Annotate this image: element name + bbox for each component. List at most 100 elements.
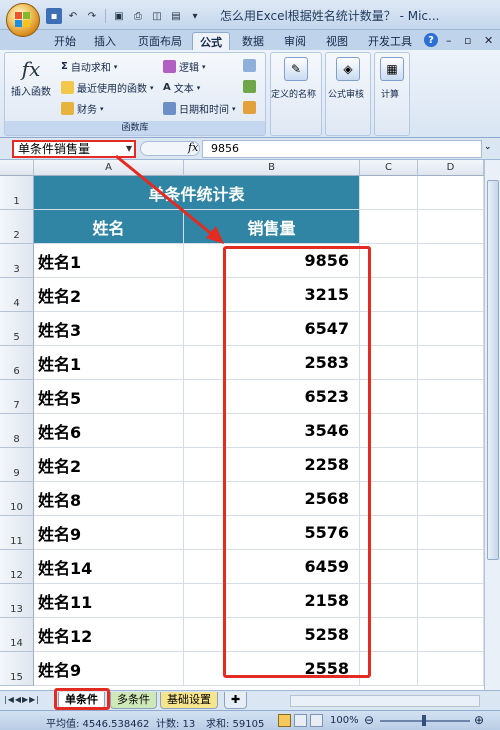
empty-cell-d[interactable] — [418, 516, 484, 550]
empty-cell-c[interactable] — [360, 550, 418, 584]
empty-cell-d[interactable] — [418, 210, 484, 244]
insert-function-button[interactable]: fx 插入函数 — [11, 57, 51, 98]
header-name[interactable]: 姓名 — [34, 210, 184, 244]
empty-cell-c[interactable] — [360, 482, 418, 516]
name-cell[interactable]: 姓名11 — [34, 584, 184, 618]
customize-qat-icon[interactable]: ▾ — [187, 8, 203, 24]
empty-cell-d[interactable] — [418, 550, 484, 584]
normal-view-icon[interactable] — [278, 714, 291, 727]
empty-cell-c[interactable] — [360, 346, 418, 380]
page-layout-view-icon[interactable] — [294, 714, 307, 727]
sales-cell[interactable]: 2583 — [184, 346, 360, 380]
sheet-tab-multi[interactable]: 多条件 — [110, 692, 157, 709]
empty-cell-c[interactable] — [360, 176, 418, 210]
name-cell[interactable]: 姓名5 — [34, 380, 184, 414]
sales-cell[interactable]: 2568 — [184, 482, 360, 516]
help-icon[interactable]: ? — [424, 33, 438, 47]
empty-cell-c[interactable] — [360, 584, 418, 618]
formula-audit-label[interactable]: 公式审核 — [328, 87, 364, 100]
name-cell[interactable]: 姓名6 — [34, 414, 184, 448]
name-cell[interactable]: 姓名8 — [34, 482, 184, 516]
save-icon[interactable]: ▪ — [46, 8, 62, 24]
empty-cell-c[interactable] — [360, 380, 418, 414]
recent-functions-button[interactable]: 最近使用的函数 ▾ — [61, 80, 154, 95]
column-header-a[interactable]: A — [34, 160, 184, 176]
name-cell[interactable]: 姓名2 — [34, 448, 184, 482]
empty-cell-d[interactable] — [418, 176, 484, 210]
row-header[interactable]: 8 — [0, 414, 34, 448]
empty-cell-d[interactable] — [418, 482, 484, 516]
name-cell[interactable]: 姓名1 — [34, 244, 184, 278]
vertical-scrollbar[interactable] — [484, 160, 500, 690]
open-icon[interactable]: ▤ — [168, 8, 184, 24]
column-header-d[interactable]: D — [418, 160, 484, 176]
redo-icon[interactable]: ↷ — [84, 8, 100, 24]
sales-cell[interactable]: 3546 — [184, 414, 360, 448]
fx-button[interactable]: fx — [188, 141, 198, 154]
row-header[interactable]: 6 — [0, 346, 34, 380]
tab-view[interactable]: 视图 — [320, 32, 354, 50]
name-box-dropdown-icon[interactable]: ▼ — [126, 144, 132, 153]
restore-button[interactable]: ▫ — [464, 34, 471, 47]
empty-cell-c[interactable] — [360, 414, 418, 448]
empty-cell-d[interactable] — [418, 312, 484, 346]
autosum-button[interactable]: Σ 自动求和 ▾ — [61, 59, 117, 74]
office-button[interactable] — [6, 3, 40, 37]
lookup-button[interactable] — [243, 59, 256, 72]
defined-names-icon[interactable]: ✎ — [284, 57, 308, 81]
camera-icon[interactable]: ◫ — [149, 8, 165, 24]
empty-cell-c[interactable] — [360, 244, 418, 278]
row-header[interactable]: 5 — [0, 312, 34, 346]
sales-cell[interactable]: 2258 — [184, 448, 360, 482]
row-header[interactable]: 1 — [0, 176, 34, 210]
sales-cell[interactable]: 9856 — [184, 244, 360, 278]
empty-cell-d[interactable] — [418, 618, 484, 652]
empty-cell-d[interactable] — [418, 448, 484, 482]
print-preview-icon[interactable]: ▣ — [111, 8, 127, 24]
zoom-slider-thumb[interactable] — [422, 715, 426, 726]
page-break-view-icon[interactable] — [310, 714, 323, 727]
expand-formula-bar-icon[interactable]: ⌄ — [484, 142, 492, 152]
tab-page-layout[interactable]: 页面布局 — [132, 32, 188, 50]
empty-cell-c[interactable] — [360, 278, 418, 312]
insert-sheet-icon[interactable]: ✚ — [224, 692, 248, 709]
formula-audit-icon[interactable]: ◈ — [336, 57, 360, 81]
row-header[interactable]: 13 — [0, 584, 34, 618]
empty-cell-d[interactable] — [418, 278, 484, 312]
empty-cell-d[interactable] — [418, 652, 484, 686]
datetime-button[interactable]: 日期和时间 ▾ — [163, 101, 236, 116]
empty-cell-c[interactable] — [360, 312, 418, 346]
sheet-tab-settings[interactable]: 基础设置 — [160, 692, 218, 709]
name-cell[interactable]: 姓名2 — [34, 278, 184, 312]
sales-cell[interactable]: 6523 — [184, 380, 360, 414]
empty-cell-d[interactable] — [418, 380, 484, 414]
tab-formulas[interactable]: 公式 — [192, 32, 230, 50]
sales-cell[interactable]: 2558 — [184, 652, 360, 686]
tab-home[interactable]: 开始 — [48, 32, 82, 50]
more-functions-button[interactable] — [243, 101, 256, 114]
tab-review[interactable]: 审阅 — [278, 32, 312, 50]
print-icon[interactable]: ⎙ — [130, 8, 146, 24]
sales-cell[interactable]: 6547 — [184, 312, 360, 346]
vertical-scroll-thumb[interactable] — [487, 180, 499, 560]
empty-cell-c[interactable] — [360, 516, 418, 550]
zoom-in-icon[interactable]: ⊕ — [474, 713, 484, 727]
sales-cell[interactable]: 6459 — [184, 550, 360, 584]
text-button[interactable]: A 文本 ▾ — [163, 80, 200, 95]
sales-cell[interactable]: 3215 — [184, 278, 360, 312]
empty-cell-c[interactable] — [360, 618, 418, 652]
sheet-tab-single[interactable]: 单条件 — [58, 692, 105, 709]
empty-cell-d[interactable] — [418, 244, 484, 278]
table-title[interactable]: 单条件统计表 — [34, 176, 360, 210]
sales-cell[interactable]: 2158 — [184, 584, 360, 618]
horizontal-scrollbar[interactable] — [290, 695, 480, 707]
zoom-out-icon[interactable]: ⊖ — [364, 713, 374, 727]
empty-cell-c[interactable] — [360, 448, 418, 482]
empty-cell-d[interactable] — [418, 414, 484, 448]
header-sales[interactable]: 销售量 — [184, 210, 360, 244]
tab-data[interactable]: 数据 — [236, 32, 270, 50]
minimize-button[interactable]: – — [446, 34, 452, 47]
row-header[interactable]: 4 — [0, 278, 34, 312]
empty-cell-c[interactable] — [360, 652, 418, 686]
name-cell[interactable]: 姓名12 — [34, 618, 184, 652]
